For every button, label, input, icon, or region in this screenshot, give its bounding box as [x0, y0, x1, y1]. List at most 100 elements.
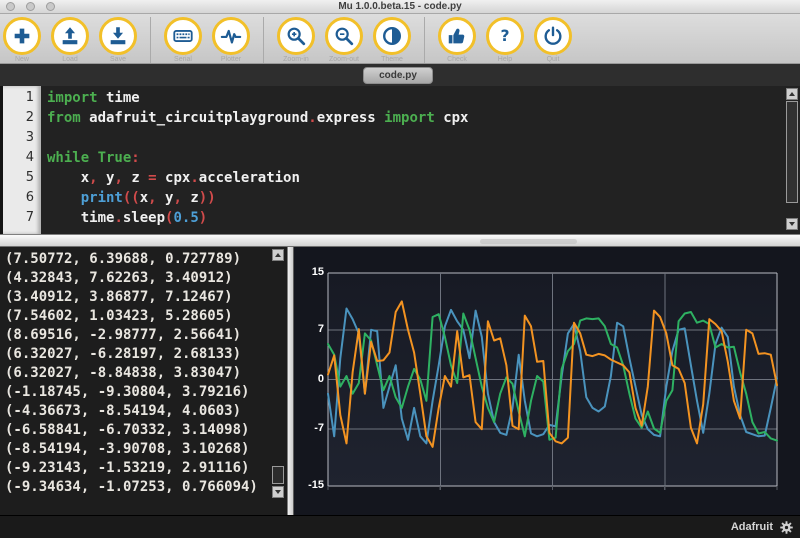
zoom-in-icon — [285, 25, 307, 47]
serial-button-label: Serial — [174, 56, 192, 63]
serial-line: (-4.36673, -8.54194, 4.0603) — [5, 403, 242, 419]
toolbar-separator — [424, 17, 425, 63]
serial-line: (-8.54194, -3.90708, 3.10268) — [5, 441, 250, 457]
line-number: 4 — [25, 150, 34, 165]
pulse-icon — [220, 25, 242, 47]
check-button-label: Check — [447, 56, 467, 63]
power-icon — [542, 25, 564, 47]
code-editor[interactable]: 1 2 3 4 5 6 7 import time from adafruit_circuit… — [0, 86, 800, 234]
quit-button-wrap: Quit — [534, 17, 572, 63]
horizontal-splitter[interactable] — [0, 234, 800, 247]
plotter-button[interactable] — [212, 17, 250, 55]
plus-icon — [11, 25, 33, 47]
serial-line: (4.32843, 7.62263, 3.40912) — [5, 270, 233, 286]
theme-button-wrap: Theme — [373, 17, 411, 63]
code-line: time.sleep(0.5) — [47, 210, 208, 226]
new-button-wrap: New — [3, 17, 41, 63]
new-button[interactable] — [3, 17, 41, 55]
line-number: 1 — [25, 90, 34, 105]
y-axis-tick-label: -7 — [314, 422, 324, 435]
editor-scrollbar-thumb[interactable] — [786, 101, 798, 203]
plotter-button-wrap: Plotter — [212, 17, 250, 63]
zoom-out-button-label: Zoom-out — [329, 56, 359, 63]
help-button[interactable]: ? — [486, 17, 524, 55]
code-line: x, y, z = cpx.acceleration — [47, 170, 300, 186]
chart-canvas — [327, 272, 778, 490]
help-icon: ? — [494, 25, 516, 47]
serial-scrollbar-thumb[interactable] — [272, 466, 284, 484]
y-axis-tick-label: 15 — [311, 266, 324, 278]
editor-scroll-up-button[interactable] — [786, 88, 798, 100]
toolbar-separator — [150, 17, 151, 63]
check-button[interactable] — [438, 17, 476, 55]
window-close-button[interactable] — [6, 2, 15, 11]
keyboard-icon — [172, 25, 194, 47]
quit-button[interactable] — [534, 17, 572, 55]
serial-button-wrap: Serial — [164, 17, 202, 63]
code-line: while True: — [47, 150, 140, 166]
help-button-wrap: ? Help — [486, 17, 524, 63]
serial-line: (6.32027, -8.84838, 3.83047) — [5, 365, 242, 381]
zoom-out-button-wrap: Zoom-out — [325, 17, 363, 63]
gear-icon[interactable] — [778, 519, 794, 535]
serial-scroll-up-button[interactable] — [272, 249, 284, 261]
zoom-in-button-label: Zoom-in — [283, 56, 309, 63]
plotter-pane: 15 7 0 -7 -15 — [294, 247, 800, 515]
window-maximize-button[interactable] — [46, 2, 55, 11]
save-icon — [107, 25, 129, 47]
tab-bar: code.py — [0, 64, 800, 86]
line-number: 3 — [25, 130, 34, 145]
code-line: import time — [47, 90, 140, 106]
save-button-wrap: Save — [99, 17, 137, 63]
y-axis-tick-label: 7 — [317, 322, 324, 335]
zoom-out-button[interactable] — [325, 17, 363, 55]
zoom-in-button[interactable] — [277, 17, 315, 55]
plotter-button-label: Plotter — [220, 56, 242, 63]
code-area[interactable]: import time from adafruit_circuitplaygrou… — [47, 88, 780, 228]
serial-line: (7.50772, 6.39688, 0.727789) — [5, 251, 242, 267]
traffic-lights — [6, 2, 55, 11]
titlebar: Mu 1.0.0.beta.15 - code.py — [0, 0, 800, 14]
editor-scroll-down-button[interactable] — [786, 218, 798, 230]
help-button-label: Help — [497, 56, 513, 63]
theme-button[interactable] — [373, 17, 411, 55]
thumbs-up-icon — [446, 25, 468, 47]
vertical-splitter[interactable] — [287, 247, 294, 515]
new-button-label: New — [14, 56, 29, 63]
serial-button[interactable] — [164, 17, 202, 55]
line-number: 6 — [25, 190, 34, 205]
serial-output-pane[interactable]: (7.50772, 6.39688, 0.727789) (4.32843, 7.… — [0, 247, 287, 515]
code-line: print((x, y, z)) — [80, 190, 216, 206]
tab-code-py[interactable]: code.py — [363, 67, 433, 84]
save-button[interactable] — [99, 17, 137, 55]
window-title: Mu 1.0.0.beta.15 - code.py — [338, 1, 462, 12]
serial-scroll-down-button[interactable] — [272, 486, 284, 498]
line-number-gutter: 1 2 3 4 5 6 7 — [0, 86, 41, 234]
serial-line: (-9.23143, -1.53219, 2.91116) — [5, 460, 250, 476]
load-button[interactable] — [51, 17, 89, 55]
plotter-chart — [327, 272, 778, 490]
line-number: 5 — [25, 170, 34, 185]
y-axis-tick-label: -15 — [308, 479, 324, 491]
toolbar-separator — [263, 17, 264, 63]
upload-icon — [59, 25, 81, 47]
mode-label[interactable]: Adafruit — [731, 521, 773, 533]
splitter-handle — [480, 238, 577, 244]
toolbar: New Load Save Serial Plotter Zoom-in Zoom-out T… — [0, 14, 800, 64]
serial-output-text: (7.50772, 6.39688, 0.727789) (4.32843, 7.… — [5, 250, 287, 497]
code-line: from adafruit_circuitplayground.express … — [47, 110, 469, 126]
save-button-label: Save — [110, 56, 126, 63]
serial-line: (7.54602, 1.03423, 5.28605) — [5, 308, 233, 324]
window-minimize-button[interactable] — [26, 2, 35, 11]
serial-line: (-9.34634, -1.07253, 0.766094) — [5, 479, 258, 495]
load-button-label: Load — [62, 56, 78, 63]
line-number: 7 — [25, 210, 34, 225]
status-bar: Adafruit — [0, 515, 800, 538]
svg-text:?: ? — [500, 27, 509, 45]
serial-line: (-6.58841, -6.70332, 3.14098) — [5, 422, 250, 438]
load-button-wrap: Load — [51, 17, 89, 63]
zoom-in-button-wrap: Zoom-in — [277, 17, 315, 63]
theme-icon — [381, 25, 403, 47]
line-number: 2 — [25, 110, 34, 125]
